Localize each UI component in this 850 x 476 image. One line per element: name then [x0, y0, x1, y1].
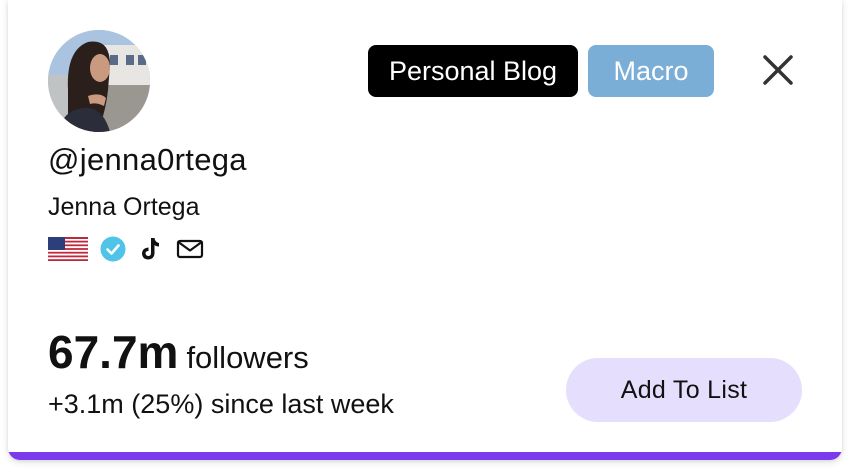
followers-label: followers: [186, 340, 309, 375]
accent-bar: [8, 452, 842, 460]
followers-growth: +3.1m (25%) since last week: [48, 389, 394, 419]
close-button[interactable]: [760, 52, 796, 88]
tiktok-icon[interactable]: [138, 236, 176, 262]
add-to-list-button[interactable]: Add To List: [566, 358, 802, 422]
followers-stat: 67.7m followers: [48, 325, 309, 379]
category-tag: Personal Blog: [368, 45, 578, 97]
avatar: [48, 30, 150, 132]
verified-check-icon: [100, 236, 138, 262]
profile-full-name: Jenna Ortega: [48, 193, 200, 221]
influencer-card: Personal Blog Macro @jenna0rtega Jenna O…: [8, 0, 842, 460]
us-flag-icon: [48, 237, 100, 261]
tier-tag: Macro: [588, 45, 714, 97]
mail-icon[interactable]: [176, 237, 204, 261]
followers-count: 67.7m: [48, 326, 179, 378]
avatar-photo: [48, 30, 150, 132]
profile-handle: @jenna0rtega: [48, 142, 247, 177]
close-icon: [763, 55, 793, 85]
profile-badges: [48, 234, 204, 264]
